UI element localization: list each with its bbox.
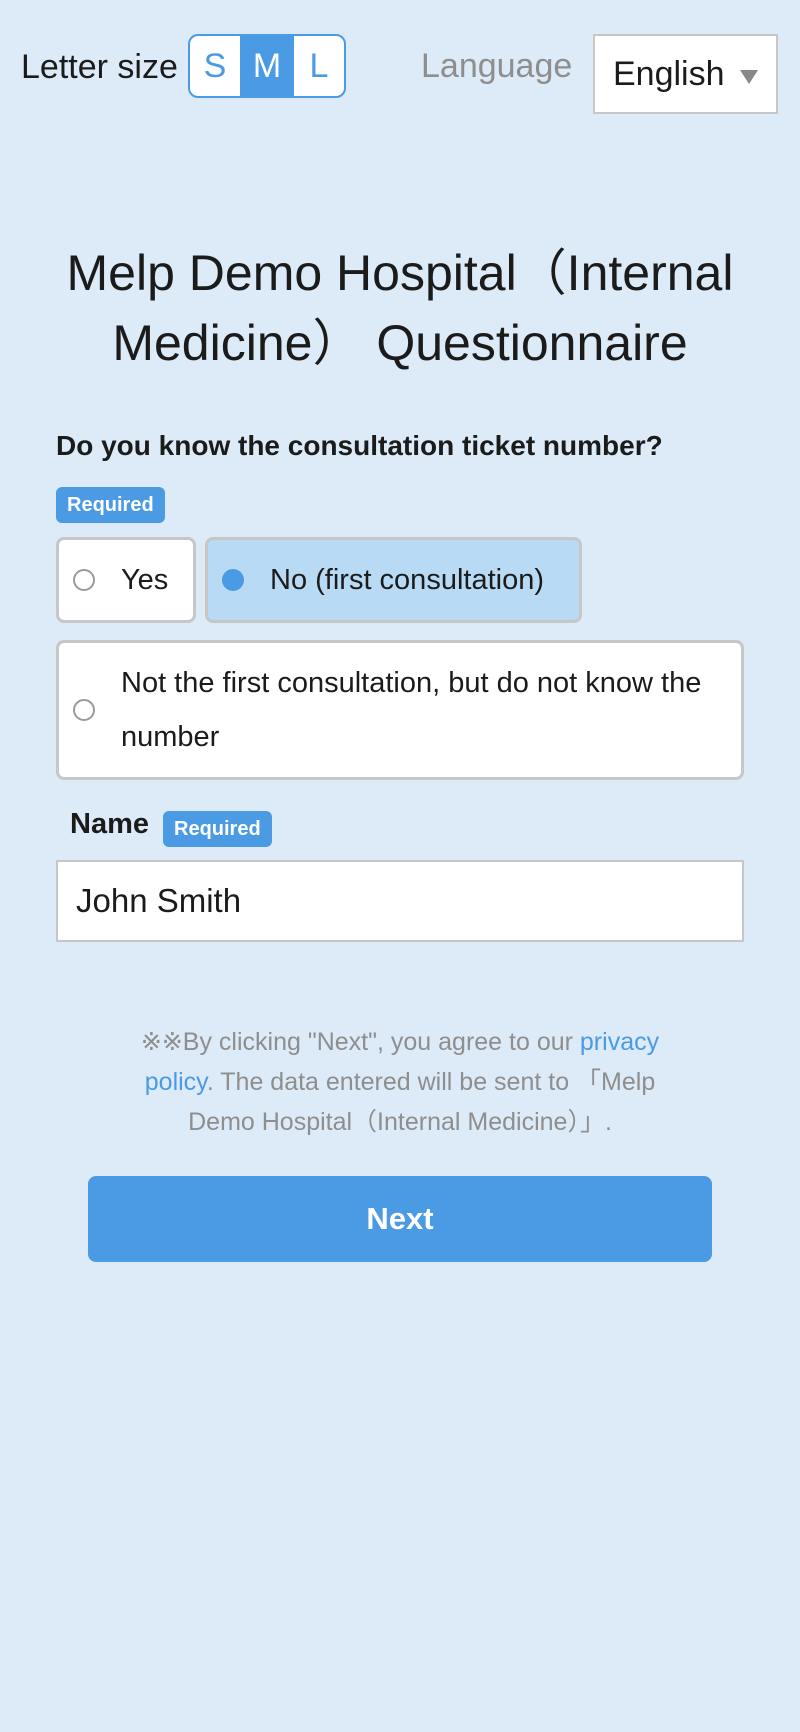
page-title-line-2: Medicine） Questionnaire [112, 315, 688, 371]
name-label: Name [70, 808, 149, 840]
page-title-line-1: Melp Demo Hospital（Internal [66, 245, 734, 301]
page-title: Melp Demo Hospital（Internal Medicine） Qu… [40, 238, 760, 378]
radio-checked-icon[interactable] [222, 569, 244, 591]
option-not-first-unknown-number[interactable]: Not the first consultation, but do not k… [56, 640, 744, 780]
consent-notice: ※※By clicking "Next", you agree to our p… [120, 1022, 680, 1142]
radio-icon[interactable] [73, 699, 95, 721]
option-label: Not the first consultation, but do not k… [121, 667, 702, 753]
dropdown-caret-icon [740, 70, 758, 84]
required-badge: Required [56, 487, 165, 523]
language-value: English [613, 54, 725, 93]
language-label: Language [421, 47, 573, 85]
option-label: No (first consultation) [270, 563, 544, 596]
letter-size-label: Letter size [21, 48, 178, 86]
consent-suffix: . The data entered will be sent to 「Melp… [188, 1068, 656, 1136]
letter-size-selector: S M L [188, 34, 346, 98]
consent-prefix: ※※By clicking "Next", you agree to our [140, 1028, 580, 1056]
ticket-question: Do you know the consultation ticket numb… [56, 430, 663, 461]
option-no-first-consultation[interactable]: No (first consultation) [205, 537, 582, 623]
name-input[interactable] [56, 860, 744, 942]
required-badge: Required [163, 811, 272, 847]
size-s-button[interactable]: S [188, 34, 242, 98]
size-l-button[interactable]: L [292, 34, 346, 98]
radio-icon[interactable] [73, 569, 95, 591]
top-bar: Letter size S M L Language English [0, 34, 800, 118]
option-label: Yes [121, 563, 169, 596]
language-select[interactable]: English [593, 34, 778, 114]
next-button[interactable]: Next [88, 1176, 712, 1262]
size-m-button[interactable]: M [240, 34, 294, 98]
option-yes[interactable]: Yes [56, 537, 196, 623]
